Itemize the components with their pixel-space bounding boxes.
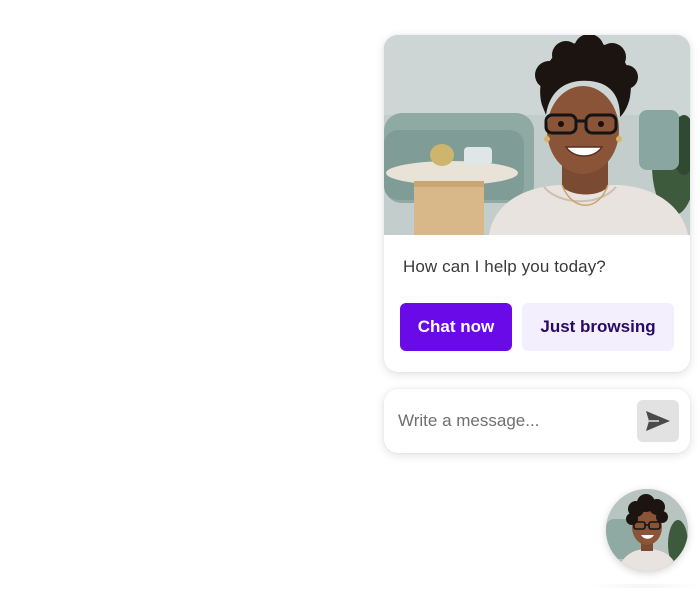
- message-input[interactable]: [398, 405, 628, 437]
- chat-now-button[interactable]: Chat now: [400, 303, 512, 351]
- launcher-shadow: [590, 584, 700, 588]
- send-button[interactable]: [637, 400, 679, 442]
- send-icon: [646, 411, 670, 431]
- just-browsing-button[interactable]: Just browsing: [522, 303, 674, 351]
- agent-avatar-launcher[interactable]: [606, 489, 688, 571]
- greeting-message: How can I help you today?: [403, 257, 606, 276]
- agent-photo: [384, 35, 690, 235]
- chat-widget-page: How can I help you today? Chat now Just …: [0, 0, 700, 614]
- greeting-card: How can I help you today? Chat now Just …: [384, 35, 690, 372]
- agent-avatar: [606, 489, 688, 571]
- message-composer: [384, 389, 690, 453]
